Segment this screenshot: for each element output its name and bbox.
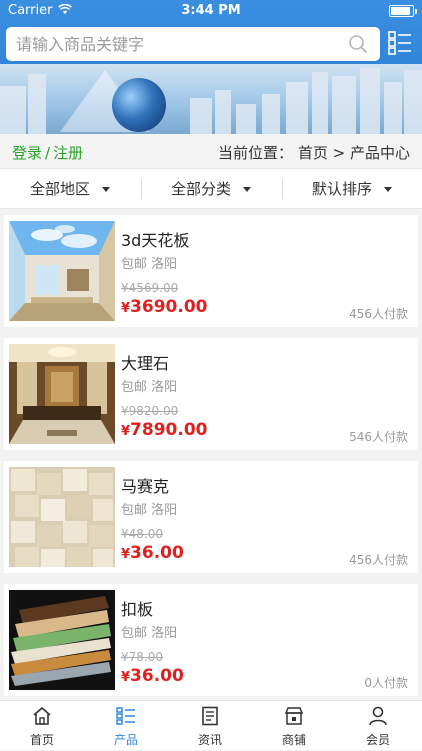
- filter-sort[interactable]: 默认排序: [282, 169, 422, 209]
- tab-shop-label: 商铺: [281, 733, 306, 747]
- filter-region-label: 全部地区: [29, 180, 90, 198]
- product-meta: 包邮 洛阳: [121, 503, 178, 518]
- product-image: [9, 221, 115, 321]
- tab-shop[interactable]: 商铺: [252, 701, 336, 751]
- tab-products[interactable]: 产品: [84, 701, 168, 751]
- filter-sort-label: 默认排序: [311, 180, 372, 198]
- caret-down-icon: [102, 187, 110, 192]
- caret-down-icon: [243, 187, 251, 192]
- sale-price: ¥36.00: [121, 543, 184, 563]
- category-list-icon[interactable]: [388, 30, 412, 56]
- product-title[interactable]: 扣板: [121, 596, 153, 620]
- product-card[interactable]: 3d天花板 包邮 洛阳 ¥4569.00 ¥3690.00 456人付款: [4, 215, 418, 327]
- currency-symbol: ¥: [121, 301, 131, 316]
- tab-member-label: 会员: [365, 733, 390, 747]
- sale-price: ¥3690.00: [121, 297, 207, 317]
- shop-icon: [284, 707, 304, 725]
- news-icon: [202, 706, 218, 726]
- product-title[interactable]: 大理石: [121, 350, 169, 374]
- sale-price-value: 36.00: [130, 666, 184, 686]
- login-link[interactable]: 登录: [12, 144, 42, 162]
- status-bar: Carrier 3:44 PM: [0, 0, 422, 22]
- sale-price: ¥7890.00: [121, 420, 207, 440]
- product-image: [9, 467, 115, 567]
- battery-icon: [389, 5, 417, 17]
- tab-member[interactable]: 会员: [336, 701, 420, 751]
- filter-region[interactable]: 全部地区: [0, 169, 140, 209]
- sold-count: 456人付款: [349, 553, 408, 567]
- search-box[interactable]: [6, 27, 380, 61]
- sale-price-value: 7890.00: [130, 420, 208, 440]
- home-icon: [33, 706, 51, 725]
- caret-down-icon: [384, 187, 392, 192]
- product-image: [9, 590, 115, 690]
- product-title[interactable]: 3d天花板: [121, 227, 189, 251]
- product-image: [9, 344, 115, 444]
- breadcrumb-arrow: >: [332, 144, 346, 162]
- login-register: 登录 / 注册: [12, 142, 83, 163]
- register-link[interactable]: 注册: [53, 144, 83, 162]
- promo-banner[interactable]: [0, 64, 422, 134]
- product-meta: 包邮 洛阳: [121, 257, 178, 272]
- breadcrumb-home[interactable]: 首页: [298, 144, 328, 162]
- breadcrumb: 当前位置： 首页 > 产品中心: [218, 142, 410, 163]
- product-title[interactable]: 马赛克: [121, 473, 169, 497]
- sold-count: 546人付款: [349, 430, 408, 444]
- breadcrumb-prefix: 当前位置：: [218, 144, 294, 162]
- original-price: ¥48.00: [121, 527, 163, 541]
- product-card[interactable]: 大理石 包邮 洛阳 ¥9820.00 ¥7890.00 546人付款: [4, 338, 418, 450]
- status-time: 3:44 PM: [181, 3, 241, 18]
- original-price: ¥9820.00: [121, 404, 179, 418]
- search-input[interactable]: [16, 31, 336, 57]
- product-meta: 包邮 洛阳: [121, 380, 178, 395]
- bottom-tab-bar: 首页 产品 资讯 商铺 会员: [0, 700, 422, 750]
- product-card[interactable]: 扣板 包邮 洛阳 ¥78.00 ¥36.00 0人付款: [4, 584, 418, 696]
- product-meta: 包邮 洛阳: [121, 626, 178, 641]
- tab-news[interactable]: 资讯: [168, 701, 252, 751]
- filter-bar: 全部地区 全部分类 默认排序: [0, 168, 422, 209]
- search-icon[interactable]: [348, 34, 368, 54]
- filter-category-label: 全部分类: [170, 180, 231, 198]
- product-card[interactable]: 马赛克 包邮 洛阳 ¥48.00 ¥36.00 456人付款: [4, 461, 418, 573]
- login-separator: /: [45, 144, 51, 162]
- member-icon: [369, 706, 387, 726]
- original-price: ¥78.00: [121, 650, 163, 664]
- tab-home-label: 首页: [29, 733, 54, 747]
- sale-price-value: 36.00: [130, 543, 184, 563]
- currency-symbol: ¥: [121, 424, 131, 439]
- sale-price-value: 3690.00: [130, 297, 208, 317]
- breadcrumb-current: 产品中心: [349, 144, 410, 162]
- top-header: Carrier 3:44 PM: [0, 0, 422, 64]
- sale-price: ¥36.00: [121, 666, 184, 686]
- tab-news-label: 资讯: [197, 733, 222, 747]
- filter-category[interactable]: 全部分类: [141, 169, 281, 209]
- tab-home[interactable]: 首页: [0, 701, 84, 751]
- sold-count: 0人付款: [364, 676, 408, 690]
- original-price: ¥4569.00: [121, 281, 179, 295]
- globe-graphic: [112, 78, 166, 132]
- login-bar: 登录 / 注册 当前位置： 首页 > 产品中心: [0, 134, 422, 168]
- product-list-icon: [116, 707, 135, 725]
- tab-products-label: 产品: [113, 733, 138, 747]
- currency-symbol: ¥: [121, 547, 131, 562]
- currency-symbol: ¥: [121, 670, 131, 685]
- sold-count: 456人付款: [349, 307, 408, 321]
